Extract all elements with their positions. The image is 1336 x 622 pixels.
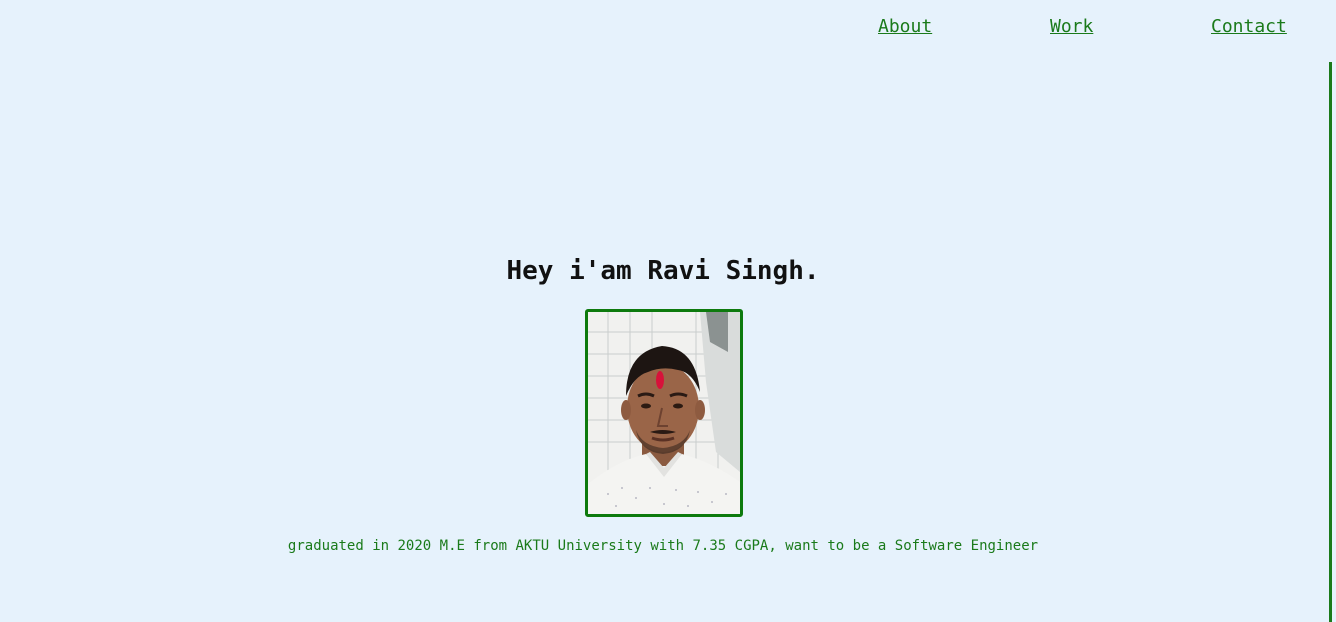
- profile-photo: [585, 309, 743, 517]
- nav-link-work[interactable]: Work: [1050, 14, 1093, 40]
- right-border-line: [1329, 62, 1332, 622]
- hero-title: Hey i'am Ravi Singh.: [506, 256, 820, 286]
- nav-link-contact[interactable]: Contact: [1211, 14, 1287, 40]
- profile-photo-illustration: [588, 312, 740, 514]
- top-nav: About Work Contact: [0, 14, 1336, 42]
- hero-bio: graduated in 2020 M.E from AKTU Universi…: [287, 538, 1039, 554]
- nav-link-about[interactable]: About: [878, 14, 932, 40]
